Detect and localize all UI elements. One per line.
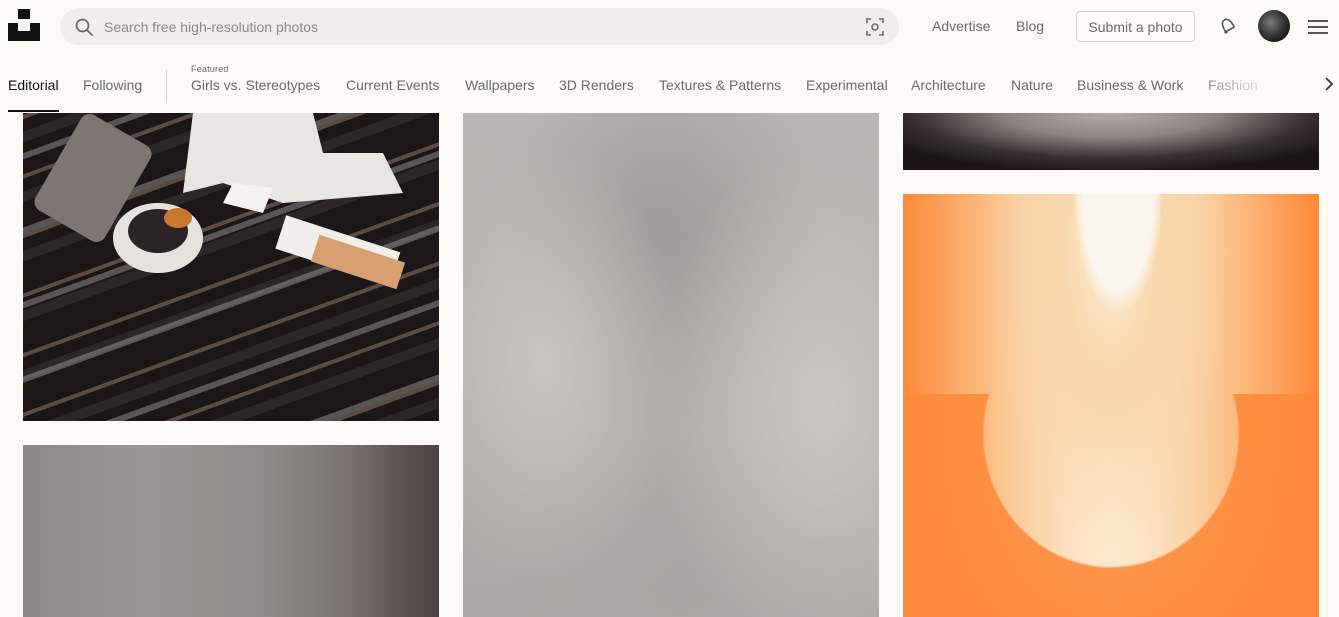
search-input[interactable]	[104, 18, 844, 35]
unsplash-logo[interactable]	[8, 9, 40, 41]
tab-nature[interactable]: Nature	[1011, 77, 1053, 93]
tab-wallpapers[interactable]: Wallpapers	[465, 77, 535, 93]
active-tab-indicator	[8, 110, 59, 112]
photo-gradient-layer	[903, 394, 1319, 617]
visual-search-icon[interactable]	[865, 17, 885, 37]
tab-3d-renders[interactable]: 3D Renders	[559, 77, 634, 93]
tab-following[interactable]: Following	[83, 77, 142, 93]
bell-icon[interactable]	[1217, 15, 1239, 37]
avatar[interactable]	[1258, 10, 1290, 42]
tab-textures-patterns[interactable]: Textures & Patterns	[659, 77, 781, 93]
tab-fashion[interactable]: Fashion	[1208, 77, 1258, 93]
tab-divider	[166, 70, 167, 102]
featured-caption: Featured	[191, 64, 229, 74]
blog-link[interactable]: Blog	[1016, 18, 1044, 34]
photo-card[interactable]	[23, 113, 439, 421]
topic-tabs: Editorial Following Featured Girls vs. S…	[0, 56, 1339, 113]
search-bar[interactable]	[60, 8, 899, 45]
photo-card[interactable]	[903, 194, 1319, 617]
hamburger-menu-icon[interactable]	[1308, 19, 1328, 35]
photo-card[interactable]	[463, 113, 879, 617]
tab-business-work[interactable]: Business & Work	[1077, 77, 1183, 93]
tab-current-events[interactable]: Current Events	[346, 77, 439, 93]
tab-editorial[interactable]: Editorial	[8, 77, 59, 93]
tab-architecture[interactable]: Architecture	[911, 77, 986, 93]
tab-girls-vs-stereotypes[interactable]: Girls vs. Stereotypes	[191, 77, 320, 93]
top-header: Advertise Blog Submit a photo	[0, 0, 1339, 56]
submit-photo-button[interactable]: Submit a photo	[1076, 11, 1195, 42]
photo-card[interactable]	[23, 445, 439, 617]
photo-card[interactable]	[903, 113, 1319, 170]
photo-still-life	[34, 113, 406, 290]
search-icon[interactable]	[74, 17, 94, 37]
advertise-link[interactable]: Advertise	[932, 18, 990, 34]
chevron-right-icon[interactable]	[1322, 76, 1336, 92]
tab-experimental[interactable]: Experimental	[806, 77, 888, 93]
